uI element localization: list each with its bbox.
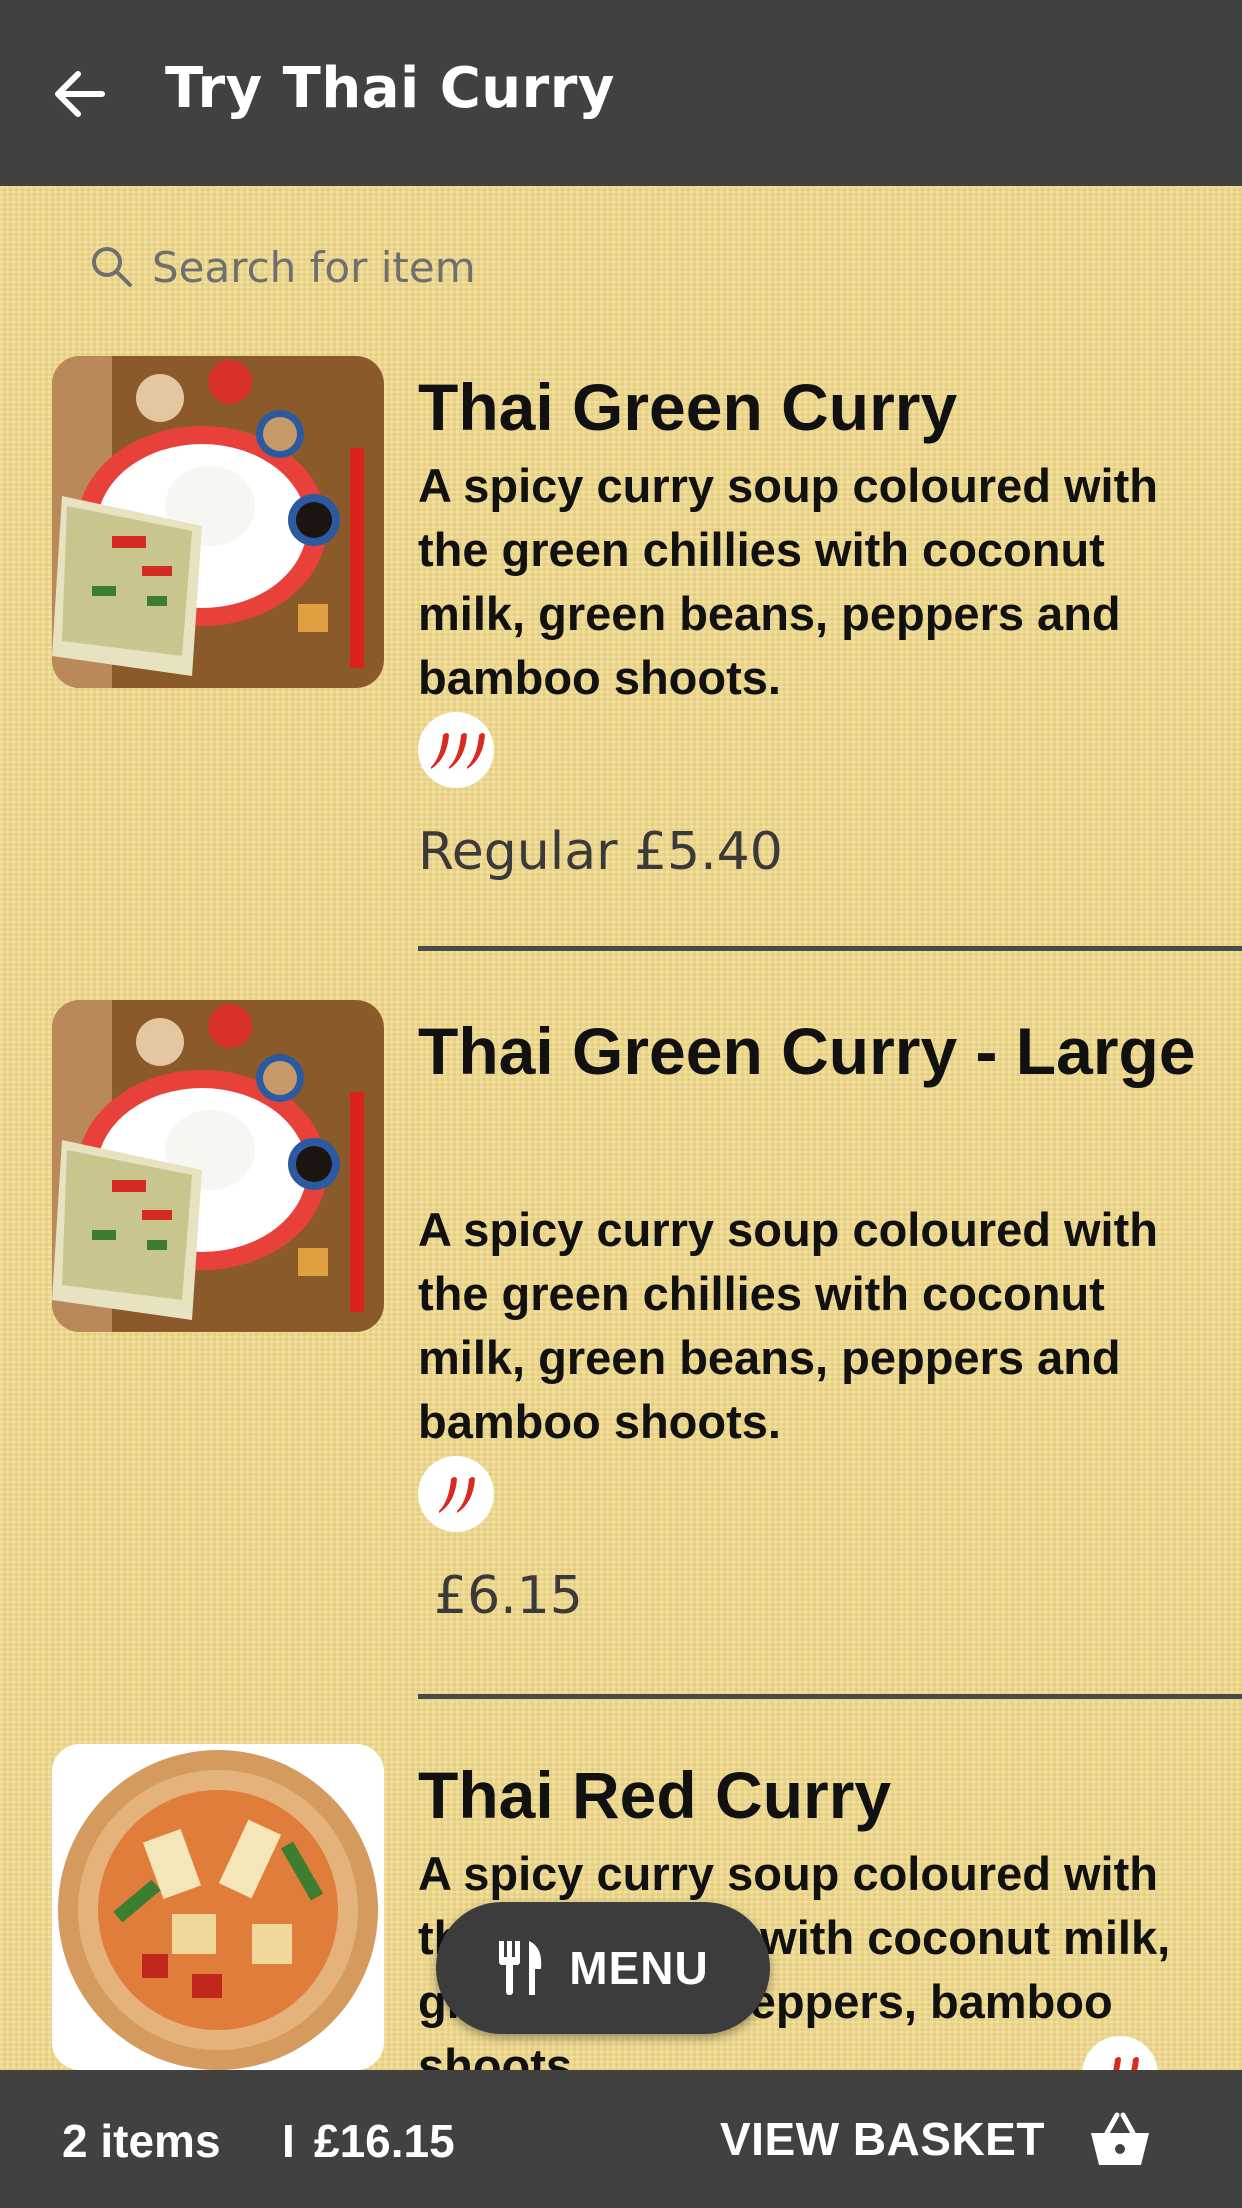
item-description: A spicy curry soup coloured with the gre… (418, 459, 1158, 704)
menu-button[interactable]: MENU (436, 1902, 770, 2034)
view-basket-button[interactable]: VIEW BASKET (720, 2104, 1151, 2174)
basket-total: £16.15 (314, 2115, 455, 2167)
item-photo (52, 1000, 384, 1332)
view-basket-label: VIEW BASKET (720, 2113, 1045, 2165)
item-price: £6.15 (434, 1566, 583, 1626)
item-photo (52, 356, 384, 688)
item-price: Regular £5.40 (418, 822, 783, 882)
chilli-2-icon (418, 1456, 494, 1532)
menu-button-label: MENU (569, 1942, 709, 1994)
page-title: Try Thai Curry (165, 56, 615, 121)
chilli-3-icon (418, 712, 494, 788)
item-photo (52, 1744, 384, 2070)
item-divider (418, 946, 1242, 951)
search-input[interactable] (152, 242, 1052, 292)
arrow-left-icon (55, 71, 105, 117)
search-bar (88, 232, 1148, 302)
basket-item-count: 2 items (62, 2115, 221, 2167)
basket-icon (1090, 2112, 1149, 2165)
back-button[interactable] (44, 58, 116, 130)
search-icon (92, 247, 132, 287)
basket-bar: 2 items I £16.15 VIEW BASKET (0, 2070, 1242, 2208)
app-bar: Try Thai Curry (0, 0, 1242, 186)
fork-knife-icon (499, 1941, 542, 1995)
item-divider (418, 1694, 1242, 1699)
item-title: Thai Red Curry (418, 1758, 892, 1832)
item-title: Thai Green Curry (418, 370, 958, 444)
basket-separator: I (282, 2115, 295, 2167)
item-description: A spicy curry soup coloured with the gre… (418, 1203, 1158, 1448)
item-title: Thai Green Curry - Large (418, 1014, 1196, 1088)
